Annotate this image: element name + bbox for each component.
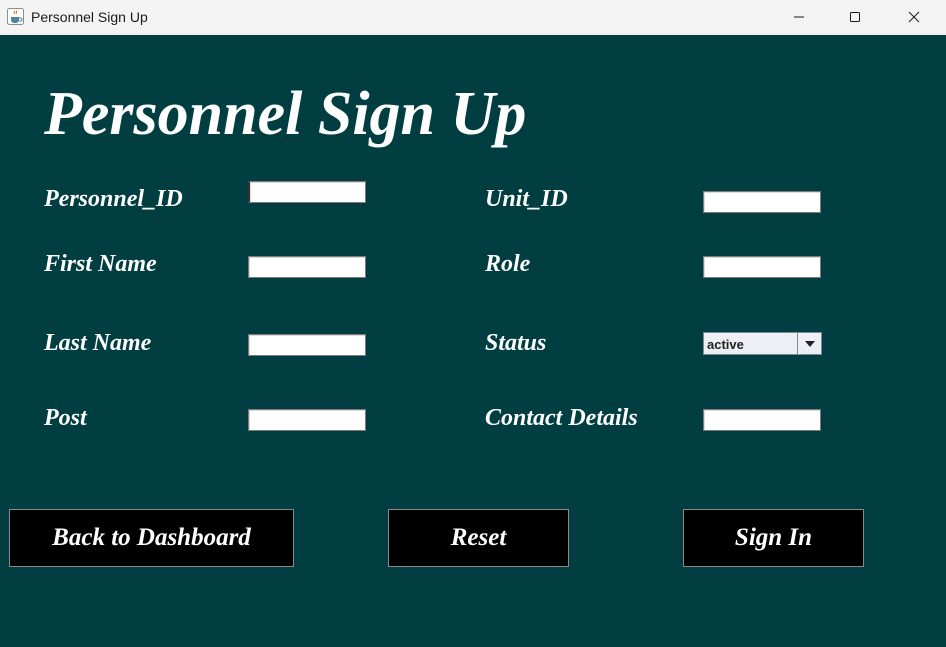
reset-button[interactable]: Reset [388, 509, 569, 567]
minimize-icon [794, 16, 804, 18]
personnel-id-input[interactable] [248, 181, 366, 203]
signup-panel: Personnel Sign Up Personnel_ID First Nam… [0, 35, 946, 647]
status-selected-value: active [707, 337, 744, 352]
close-icon [908, 11, 920, 23]
role-label: Role [485, 251, 531, 277]
first-name-label: First Name [44, 251, 157, 277]
java-cup-icon [7, 8, 24, 25]
last-name-label: Last Name [44, 330, 152, 356]
contact-details-input[interactable] [703, 409, 821, 431]
status-dropdown[interactable]: active [703, 332, 822, 355]
status-label: Status [485, 330, 547, 356]
maximize-button[interactable] [832, 0, 878, 34]
post-input[interactable] [248, 409, 366, 431]
maximize-icon [850, 12, 860, 22]
close-button[interactable] [891, 0, 937, 34]
window-title: Personnel Sign Up [31, 9, 148, 25]
back-to-dashboard-button[interactable]: Back to Dashboard [9, 509, 294, 567]
contact-details-label: Contact Details [485, 405, 638, 431]
personnel-id-label: Personnel_ID [44, 186, 183, 212]
role-input[interactable] [703, 256, 821, 278]
page-title: Personnel Sign Up [44, 80, 527, 148]
chevron-down-icon [804, 340, 815, 347]
minimize-button[interactable] [776, 0, 822, 34]
unit-id-label: Unit_ID [485, 186, 568, 212]
dropdown-arrow-button[interactable] [797, 333, 821, 354]
sign-in-button[interactable]: Sign In [683, 509, 864, 567]
unit-id-input[interactable] [703, 191, 821, 213]
post-label: Post [44, 405, 87, 431]
window-titlebar: Personnel Sign Up [0, 0, 946, 36]
first-name-input[interactable] [248, 256, 366, 278]
last-name-input[interactable] [248, 334, 366, 356]
